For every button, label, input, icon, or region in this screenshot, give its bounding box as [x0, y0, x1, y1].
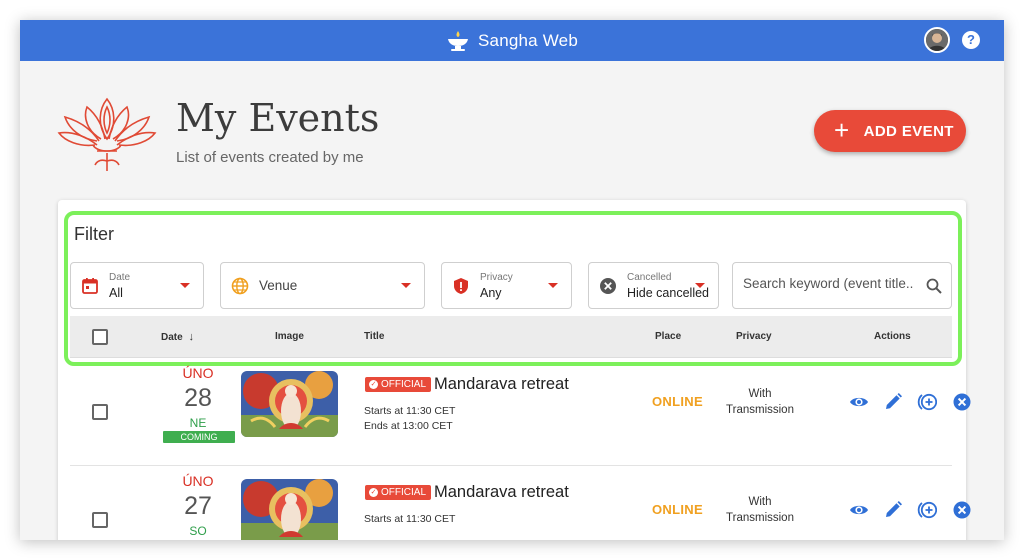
- event-day: 28: [184, 384, 212, 412]
- venue-filter[interactable]: Venue: [220, 262, 425, 309]
- help-icon[interactable]: ?: [962, 31, 980, 49]
- cancelled-filter-value: Hide cancelled: [627, 286, 709, 300]
- privacy-line-1: With: [748, 388, 772, 400]
- table-row[interactable]: ÚNO 28 NE COMING ✓ OFFICIAL Mandarava re…: [70, 359, 971, 466]
- sort-arrow-icon: ↓: [188, 331, 194, 343]
- add-circle-icon[interactable]: [917, 500, 937, 520]
- privacy-filter-label: Privacy: [480, 272, 513, 283]
- cancel-circle-icon: [600, 278, 616, 294]
- privacy-filter[interactable]: Privacy Any: [441, 262, 572, 309]
- cancelled-filter[interactable]: Cancelled Hide cancelled: [588, 262, 719, 309]
- close-circle-icon[interactable]: [952, 392, 972, 412]
- row-checkbox[interactable]: [92, 512, 108, 528]
- column-privacy: Privacy: [736, 331, 772, 342]
- status-badge: COMING: [163, 431, 235, 443]
- column-date[interactable]: Date ↓: [161, 331, 194, 343]
- shield-icon: [454, 278, 468, 294]
- event-place: ONLINE: [652, 502, 703, 517]
- date-filter-value: All: [109, 286, 123, 300]
- pencil-icon[interactable]: [883, 500, 903, 520]
- page-subtitle: List of events created by me: [176, 149, 364, 166]
- event-end-time: Ends at 13:00 CET: [364, 420, 453, 432]
- caret-down-icon: [695, 283, 705, 288]
- event-weekday: ÚNO: [182, 473, 214, 489]
- event-start-time: Starts at 11:30 CET: [364, 405, 456, 417]
- caret-down-icon: [548, 283, 558, 288]
- user-photo-icon: [926, 29, 948, 51]
- app-title: Sangha Web: [478, 30, 578, 50]
- privacy-line-2: Transmission: [726, 404, 794, 416]
- event-month: NE: [189, 416, 207, 430]
- event-thumbnail[interactable]: [241, 371, 338, 437]
- eye-icon[interactable]: [849, 500, 869, 520]
- row-checkbox[interactable]: [92, 404, 108, 420]
- verified-check-icon: ✓: [369, 380, 378, 389]
- event-privacy: With Transmission: [720, 494, 800, 526]
- event-title[interactable]: Mandarava retreat: [434, 375, 569, 394]
- event-weekday: ÚNO: [182, 365, 214, 381]
- privacy-filter-value: Any: [480, 286, 502, 300]
- deity-painting-image: [241, 371, 338, 437]
- column-image: Image: [275, 331, 304, 342]
- search-icon[interactable]: [925, 277, 943, 295]
- plus-icon: +: [834, 114, 850, 145]
- verified-check-icon: ✓: [369, 488, 378, 497]
- official-badge-label: OFFICIAL: [381, 379, 427, 390]
- globe-icon: [231, 277, 249, 295]
- date-filter[interactable]: Date All: [70, 262, 204, 309]
- caret-down-icon: [180, 283, 190, 288]
- app-bar: Sangha Web ?: [20, 20, 1004, 61]
- calendar-icon: [82, 278, 98, 294]
- event-month: SO: [189, 524, 207, 538]
- official-badge: ✓ OFFICIAL: [365, 485, 432, 500]
- oil-lamp-icon: [448, 30, 468, 51]
- deity-painting-image: [241, 479, 338, 540]
- privacy-line-1: With: [748, 496, 772, 508]
- add-circle-icon[interactable]: [917, 392, 937, 412]
- brand[interactable]: Sangha Web: [446, 20, 578, 61]
- event-place: ONLINE: [652, 394, 703, 409]
- lotus-logo-icon: [57, 97, 157, 171]
- date-filter-label: Date: [109, 272, 131, 283]
- official-badge: ✓ OFFICIAL: [365, 377, 432, 392]
- app-window: Sangha Web ? My Events List of events cr…: [20, 20, 1004, 540]
- close-circle-icon[interactable]: [952, 500, 972, 520]
- caret-down-icon: [401, 283, 411, 288]
- pencil-icon[interactable]: [883, 392, 903, 412]
- search-input[interactable]: [743, 276, 913, 291]
- page-title: My Events: [176, 96, 380, 140]
- avatar[interactable]: [924, 27, 950, 53]
- column-place: Place: [655, 331, 682, 342]
- add-event-button[interactable]: + ADD EVENT: [814, 110, 966, 152]
- filter-title: Filter: [74, 224, 114, 244]
- table-header: Date ↓ Image Title Place Privacy Actions: [70, 316, 952, 358]
- official-badge-label: OFFICIAL: [381, 487, 427, 498]
- table-row[interactable]: ÚNO 27 SO ✓ OFFICIAL Mandarava retreat S…: [70, 467, 971, 540]
- venue-filter-placeholder: Venue: [259, 278, 298, 293]
- event-privacy: With Transmission: [720, 386, 800, 418]
- cancelled-filter-label: Cancelled: [627, 272, 672, 283]
- privacy-line-2: Transmission: [726, 512, 794, 524]
- eye-icon[interactable]: [849, 392, 869, 412]
- column-date-label: Date: [161, 332, 183, 343]
- event-thumbnail[interactable]: [241, 479, 338, 540]
- search-field[interactable]: [732, 262, 952, 309]
- column-actions: Actions: [874, 331, 911, 342]
- event-title[interactable]: Mandarava retreat: [434, 483, 569, 502]
- column-title: Title: [364, 331, 385, 342]
- event-day: 27: [184, 492, 212, 520]
- event-start-time: Starts at 11:30 CET: [364, 513, 456, 525]
- add-event-label: ADD EVENT: [863, 122, 954, 140]
- select-all-checkbox[interactable]: [92, 329, 108, 345]
